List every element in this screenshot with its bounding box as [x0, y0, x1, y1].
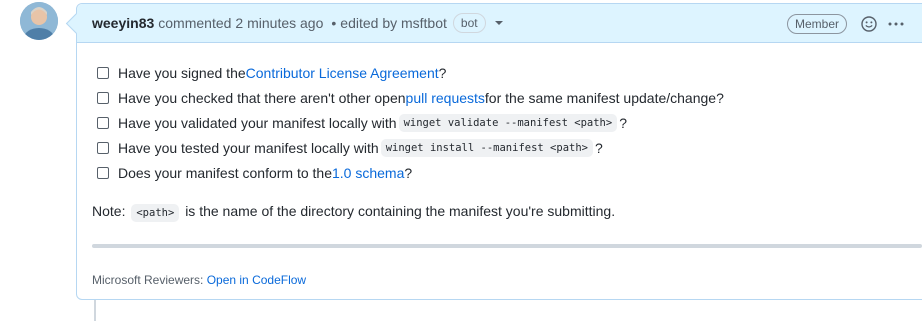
cla-link[interactable]: Contributor License Agreement	[246, 65, 439, 81]
comment-box: weeyin83 commented 2 minutes ago • edite…	[76, 3, 922, 300]
checklist-item-install: Have you tested your manifest locally wi…	[92, 135, 912, 160]
task-checkbox[interactable]	[97, 141, 109, 154]
checklist-text: Have you signed the	[118, 64, 246, 81]
task-checkbox[interactable]	[97, 66, 109, 79]
timestamp[interactable]: 2 minutes ago	[235, 15, 323, 31]
schema-link[interactable]: 1.0 schema	[332, 165, 404, 181]
member-badge: Member	[787, 14, 848, 34]
checklist-text-end: ?	[404, 164, 413, 181]
reviewers-label: Microsoft Reviewers:	[92, 273, 207, 287]
checklist-text: Have you checked that there aren't other…	[118, 89, 406, 106]
comment-body: Have you signed the Contributor License …	[92, 60, 912, 185]
smiley-icon[interactable]	[861, 16, 877, 35]
more-options-icon[interactable]	[887, 16, 905, 35]
checklist-text: Does your manifest conform to the	[118, 164, 332, 181]
separator: •	[331, 15, 337, 31]
checklist-text: Have you tested your manifest locally wi…	[118, 139, 379, 156]
task-checkbox[interactable]	[97, 91, 109, 104]
checklist-item-cla: Have you signed the Contributor License …	[92, 60, 912, 85]
avatar[interactable]	[20, 2, 58, 40]
note-prefix: Note:	[92, 203, 130, 219]
checklist-text-end: ?	[619, 114, 627, 131]
checklist-text-end: ?	[438, 64, 447, 81]
note-paragraph: Note: <path> is the name of the director…	[92, 203, 616, 222]
task-checkbox[interactable]	[97, 166, 109, 179]
checklist-item-schema: Does your manifest conform to the 1.0 sc…	[92, 160, 912, 185]
edited-by[interactable]: edited by msftbot	[340, 15, 447, 31]
note-suffix: is the name of the directory containing …	[185, 203, 616, 219]
checklist-text-end: for the same manifest update/change?	[484, 89, 724, 106]
pull-requests-link[interactable]: pull requests	[406, 90, 485, 106]
codeflow-link[interactable]: Open in CodeFlow	[207, 273, 306, 287]
checklist-text: Have you validated your manifest locally…	[118, 114, 397, 131]
author-link[interactable]: weeyin83	[92, 15, 154, 31]
task-checkbox[interactable]	[97, 116, 109, 129]
comment-header: weeyin83 commented 2 minutes ago • edite…	[77, 4, 922, 43]
bot-badge: bot	[452, 13, 486, 33]
checklist-text-end: ?	[594, 139, 603, 156]
action-text: commented	[158, 15, 232, 31]
edit-history-caret-icon[interactable]	[494, 21, 503, 25]
checklist-item-pull-requests: Have you checked that there aren't other…	[92, 85, 912, 110]
timeline-line	[94, 300, 96, 321]
validate-command-code: winget validate --manifest <path>	[398, 113, 618, 132]
divider	[92, 244, 922, 248]
reviewers-line: Microsoft Reviewers: Open in CodeFlow	[92, 273, 306, 287]
path-code: <path>	[131, 204, 180, 222]
install-command-code: winget install --manifest <path>	[380, 138, 593, 157]
checklist-item-validate: Have you validated your manifest locally…	[92, 110, 912, 135]
